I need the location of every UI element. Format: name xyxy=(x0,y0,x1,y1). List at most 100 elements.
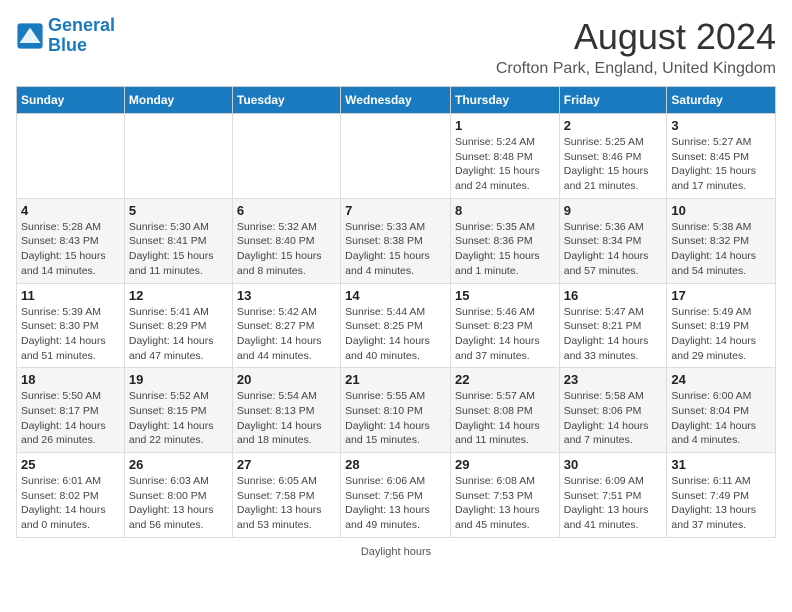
calendar-cell: 13Sunrise: 5:42 AM Sunset: 8:27 PM Dayli… xyxy=(232,283,340,368)
calendar-cell xyxy=(232,114,340,199)
calendar-cell: 28 Sunrise: 6:06 AM Sunset: 7:56 PM Dayli… xyxy=(341,453,451,538)
calendar-cell: 24 Sunrise: 6:00 AM Sunset: 8:04 PM Dayli… xyxy=(667,368,776,453)
day-info: Sunrise: 5:57 AM Sunset: 8:08 PM Dayligh… xyxy=(455,389,555,448)
day-info: Sunrise: 6:08 AM Sunset: 7:53 PM Dayligh… xyxy=(455,474,555,533)
calendar-week-row: 11Sunrise: 5:39 AM Sunset: 8:30 PM Dayli… xyxy=(17,283,776,368)
calendar-cell: 7Sunrise: 5:33 AM Sunset: 8:38 PM Daylig… xyxy=(341,198,451,283)
day-info: Sunrise: 5:42 AM Sunset: 8:27 PM Dayligh… xyxy=(237,305,336,364)
day-info: Sunrise: 5:44 AM Sunset: 8:25 PM Dayligh… xyxy=(345,305,446,364)
calendar-cell: 19 Sunrise: 5:52 AM Sunset: 8:15 PM Dayli… xyxy=(124,368,232,453)
day-number: 23 xyxy=(564,372,663,387)
day-info: Sunrise: 6:00 AM Sunset: 8:04 PM Dayligh… xyxy=(671,389,771,448)
day-info: Sunrise: 5:35 AM Sunset: 8:36 PM Dayligh… xyxy=(455,220,555,279)
day-number: 2 xyxy=(564,118,663,133)
calendar-day-header: Tuesday xyxy=(232,87,340,114)
calendar-week-row: 4 Sunrise: 5:28 AM Sunset: 8:43 PM Daylig… xyxy=(17,198,776,283)
day-number: 29 xyxy=(455,457,555,472)
calendar-cell: 2 Sunrise: 5:25 AM Sunset: 8:46 PM Daylig… xyxy=(559,114,667,199)
day-info: Sunrise: 5:30 AM Sunset: 8:41 PM Dayligh… xyxy=(129,220,228,279)
day-info: Sunrise: 5:54 AM Sunset: 8:13 PM Dayligh… xyxy=(237,389,336,448)
day-info: Sunrise: 5:36 AM Sunset: 8:34 PM Dayligh… xyxy=(564,220,663,279)
calendar-day-header: Saturday xyxy=(667,87,776,114)
day-number: 14 xyxy=(345,288,446,303)
day-number: 24 xyxy=(671,372,771,387)
day-info: Sunrise: 5:52 AM Sunset: 8:15 PM Dayligh… xyxy=(129,389,228,448)
calendar-day-header: Wednesday xyxy=(341,87,451,114)
day-info: Sunrise: 6:03 AM Sunset: 8:00 PM Dayligh… xyxy=(129,474,228,533)
day-info: Sunrise: 5:27 AM Sunset: 8:45 PM Dayligh… xyxy=(671,135,771,194)
page-subtitle: Crofton Park, England, United Kingdom xyxy=(496,60,776,78)
page-title: August 2024 xyxy=(496,16,776,58)
calendar-cell: 6Sunrise: 5:32 AM Sunset: 8:40 PM Daylig… xyxy=(232,198,340,283)
day-info: Sunrise: 5:28 AM Sunset: 8:43 PM Dayligh… xyxy=(21,220,120,279)
day-number: 11 xyxy=(21,288,120,303)
calendar-day-header: Thursday xyxy=(450,87,559,114)
day-number: 28 xyxy=(345,457,446,472)
day-info: Sunrise: 6:06 AM Sunset: 7:56 PM Dayligh… xyxy=(345,474,446,533)
calendar-week-row: 25Sunrise: 6:01 AM Sunset: 8:02 PM Dayli… xyxy=(17,453,776,538)
calendar-header-row: SundayMondayTuesdayWednesdayThursdayFrid… xyxy=(17,87,776,114)
day-info: Sunrise: 5:47 AM Sunset: 8:21 PM Dayligh… xyxy=(564,305,663,364)
calendar-cell: 21 Sunrise: 5:55 AM Sunset: 8:10 PM Dayli… xyxy=(341,368,451,453)
calendar-cell: 14 Sunrise: 5:44 AM Sunset: 8:25 PM Dayli… xyxy=(341,283,451,368)
calendar-cell: 20 Sunrise: 5:54 AM Sunset: 8:13 PM Dayli… xyxy=(232,368,340,453)
calendar-cell: 16Sunrise: 5:47 AM Sunset: 8:21 PM Dayli… xyxy=(559,283,667,368)
day-info: Sunrise: 5:46 AM Sunset: 8:23 PM Dayligh… xyxy=(455,305,555,364)
day-number: 10 xyxy=(671,203,771,218)
calendar-cell: 18Sunrise: 5:50 AM Sunset: 8:17 PM Dayli… xyxy=(17,368,125,453)
calendar-cell: 30Sunrise: 6:09 AM Sunset: 7:51 PM Dayli… xyxy=(559,453,667,538)
calendar-cell: 10 Sunrise: 5:38 AM Sunset: 8:32 PM Dayli… xyxy=(667,198,776,283)
day-number: 21 xyxy=(345,372,446,387)
day-number: 12 xyxy=(129,288,228,303)
day-info: Sunrise: 5:50 AM Sunset: 8:17 PM Dayligh… xyxy=(21,389,120,448)
day-number: 7 xyxy=(345,203,446,218)
day-number: 4 xyxy=(21,203,120,218)
day-info: Sunrise: 5:24 AM Sunset: 8:48 PM Dayligh… xyxy=(455,135,555,194)
day-number: 9 xyxy=(564,203,663,218)
day-number: 17 xyxy=(671,288,771,303)
calendar-cell: 1 Sunrise: 5:24 AM Sunset: 8:48 PM Daylig… xyxy=(450,114,559,199)
day-number: 22 xyxy=(455,372,555,387)
day-number: 15 xyxy=(455,288,555,303)
logo-text: General Blue xyxy=(48,16,115,56)
calendar-cell: 17 Sunrise: 5:49 AM Sunset: 8:19 PM Dayli… xyxy=(667,283,776,368)
day-info: Sunrise: 5:58 AM Sunset: 8:06 PM Dayligh… xyxy=(564,389,663,448)
day-number: 25 xyxy=(21,457,120,472)
day-number: 5 xyxy=(129,203,228,218)
calendar-cell: 26 Sunrise: 6:03 AM Sunset: 8:00 PM Dayli… xyxy=(124,453,232,538)
day-number: 19 xyxy=(129,372,228,387)
day-info: Sunrise: 5:49 AM Sunset: 8:19 PM Dayligh… xyxy=(671,305,771,364)
day-number: 26 xyxy=(129,457,228,472)
logo-icon xyxy=(16,22,44,50)
day-info: Sunrise: 6:11 AM Sunset: 7:49 PM Dayligh… xyxy=(671,474,771,533)
day-number: 20 xyxy=(237,372,336,387)
calendar-cell: 31Sunrise: 6:11 AM Sunset: 7:49 PM Dayli… xyxy=(667,453,776,538)
calendar-week-row: 1 Sunrise: 5:24 AM Sunset: 8:48 PM Daylig… xyxy=(17,114,776,199)
header: General Blue August 2024 Crofton Park, E… xyxy=(16,16,776,78)
day-number: 1 xyxy=(455,118,555,133)
calendar-cell: 25Sunrise: 6:01 AM Sunset: 8:02 PM Dayli… xyxy=(17,453,125,538)
day-info: Sunrise: 5:38 AM Sunset: 8:32 PM Dayligh… xyxy=(671,220,771,279)
day-info: Sunrise: 5:55 AM Sunset: 8:10 PM Dayligh… xyxy=(345,389,446,448)
calendar-cell: 3Sunrise: 5:27 AM Sunset: 8:45 PM Daylig… xyxy=(667,114,776,199)
calendar-cell: 27Sunrise: 6:05 AM Sunset: 7:58 PM Dayli… xyxy=(232,453,340,538)
calendar-cell: 15 Sunrise: 5:46 AM Sunset: 8:23 PM Dayli… xyxy=(450,283,559,368)
day-info: Sunrise: 5:32 AM Sunset: 8:40 PM Dayligh… xyxy=(237,220,336,279)
calendar-cell: 23 Sunrise: 5:58 AM Sunset: 8:06 PM Dayli… xyxy=(559,368,667,453)
calendar-cell xyxy=(341,114,451,199)
calendar-cell: 5 Sunrise: 5:30 AM Sunset: 8:41 PM Daylig… xyxy=(124,198,232,283)
calendar-cell: 4 Sunrise: 5:28 AM Sunset: 8:43 PM Daylig… xyxy=(17,198,125,283)
logo: General Blue xyxy=(16,16,115,56)
day-info: Sunrise: 5:41 AM Sunset: 8:29 PM Dayligh… xyxy=(129,305,228,364)
day-info: Sunrise: 6:05 AM Sunset: 7:58 PM Dayligh… xyxy=(237,474,336,533)
calendar-week-row: 18Sunrise: 5:50 AM Sunset: 8:17 PM Dayli… xyxy=(17,368,776,453)
day-info: Sunrise: 5:25 AM Sunset: 8:46 PM Dayligh… xyxy=(564,135,663,194)
calendar-day-header: Monday xyxy=(124,87,232,114)
calendar-cell: 9 Sunrise: 5:36 AM Sunset: 8:34 PM Daylig… xyxy=(559,198,667,283)
title-area: August 2024 Crofton Park, England, Unite… xyxy=(496,16,776,78)
calendar-cell: 22 Sunrise: 5:57 AM Sunset: 8:08 PM Dayli… xyxy=(450,368,559,453)
footer-note: Daylight hours xyxy=(16,546,776,558)
calendar-cell: 11Sunrise: 5:39 AM Sunset: 8:30 PM Dayli… xyxy=(17,283,125,368)
day-number: 30 xyxy=(564,457,663,472)
calendar-table: SundayMondayTuesdayWednesdayThursdayFrid… xyxy=(16,86,776,538)
